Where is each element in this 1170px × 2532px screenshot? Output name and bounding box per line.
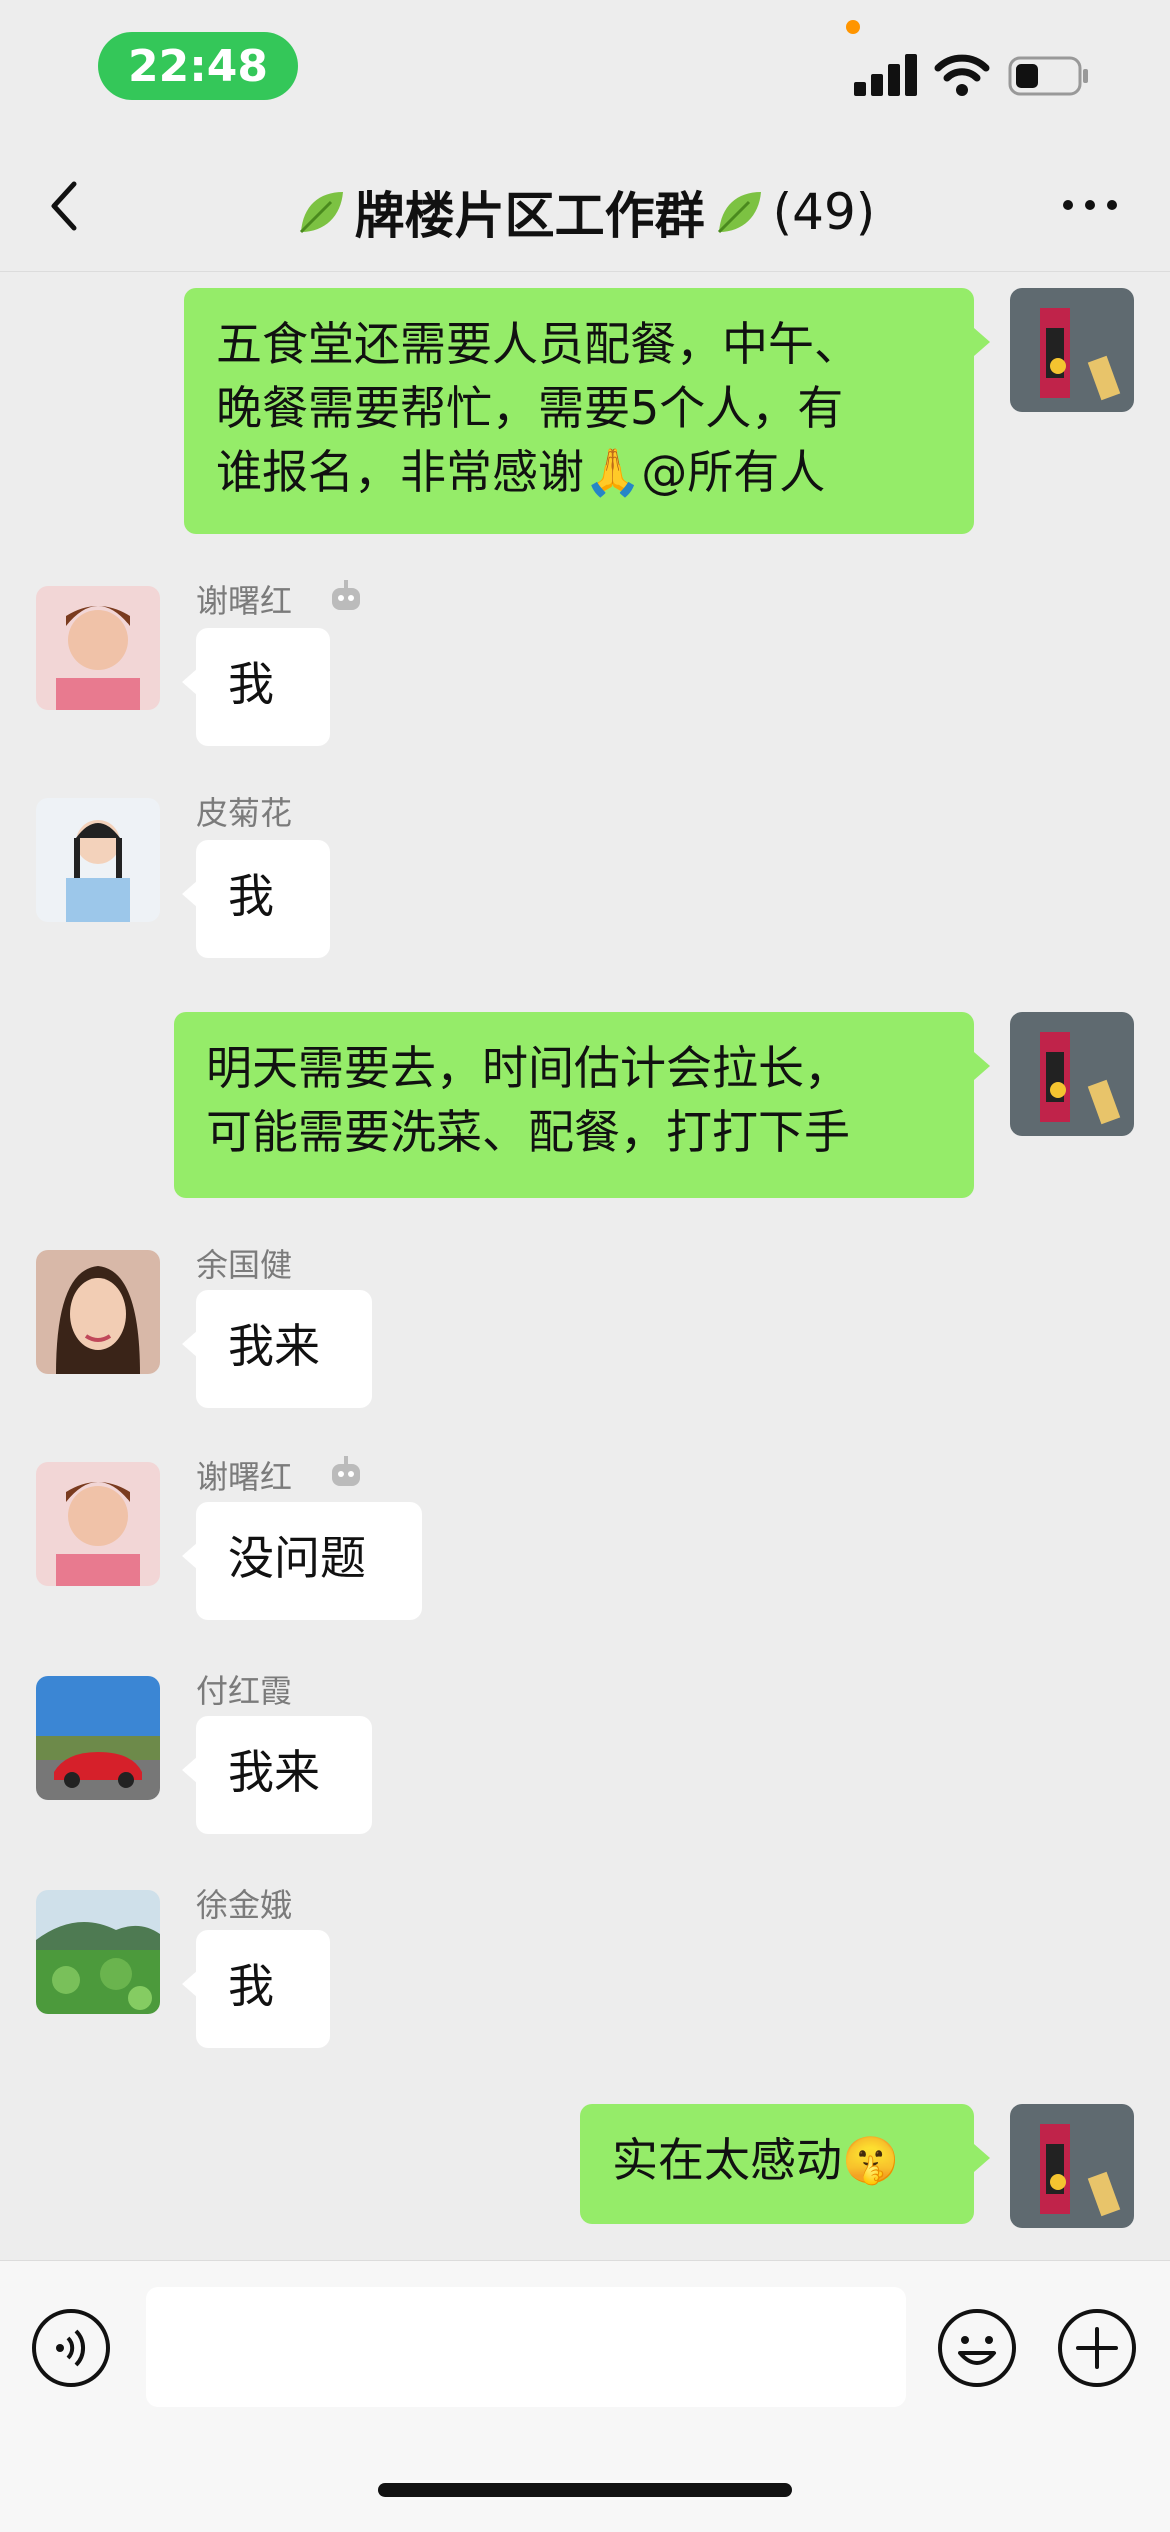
wifi-icon (934, 54, 990, 96)
message-bubble[interactable]: 我 (182, 628, 330, 746)
message-bubble[interactable]: 没问题 (182, 1502, 422, 1620)
sender-name: 皮菊花 (196, 794, 293, 832)
member-count: (49) (772, 183, 876, 241)
sender-name: 余国健 (196, 1246, 293, 1284)
sender-name: 谢曙红 (196, 1458, 293, 1496)
sender-name: 徐金娥 (196, 1886, 293, 1924)
group-name: 牌楼片区工作群 (354, 187, 705, 245)
message-bubble[interactable]: 我来 (182, 1716, 372, 1834)
avatar-self[interactable] (1010, 1012, 1134, 1136)
message-bubble-self[interactable]: 实在太感动🤫 (580, 2104, 990, 2224)
voice-icon[interactable] (30, 2307, 112, 2389)
robot-icon (332, 1456, 360, 1486)
avatar-sender[interactable] (36, 798, 160, 922)
emoji-icon[interactable] (936, 2307, 1018, 2389)
signal-icon (854, 54, 917, 96)
home-indicator[interactable] (378, 2483, 792, 2497)
avatar-sender[interactable] (36, 1676, 160, 1800)
avatar-sender[interactable] (36, 1462, 160, 1586)
plus-icon[interactable] (1056, 2307, 1138, 2389)
avatar-sender[interactable] (36, 586, 160, 710)
robot-icon (332, 580, 360, 610)
input-bar (0, 2260, 1170, 2532)
avatar-sender[interactable] (36, 1250, 160, 1374)
message-bubble-self[interactable]: 明天需要去，时间估计会拉长， 可能需要洗菜、配餐，打打下手 (174, 1012, 990, 1198)
avatar-sender[interactable] (36, 1890, 160, 2014)
more-dots-icon[interactable] (1060, 190, 1120, 220)
leaf-icon (717, 192, 761, 234)
message-bubble[interactable]: 我来 (182, 1290, 372, 1408)
status-time: 22:48 (98, 32, 298, 100)
battery-icon (1008, 56, 1088, 96)
message-bubble-self[interactable]: 五食堂还需要人员配餐，中午、 晚餐需要帮忙，需要5个人，有 谁报名，非常感谢🙏@… (184, 288, 990, 534)
chat-title: 牌楼片区工作群 (49) (0, 176, 1170, 248)
message-input[interactable] (146, 2287, 906, 2407)
status-bar: 22:48 (0, 0, 1170, 140)
sender-name: 谢曙红 (196, 582, 293, 620)
avatar-self[interactable] (1010, 288, 1134, 412)
message-bubble[interactable]: 我 (182, 840, 330, 958)
privacy-indicator (846, 20, 860, 34)
avatar-self[interactable] (1010, 2104, 1134, 2228)
leaf-icon (299, 192, 343, 234)
sender-name: 付红霞 (196, 1672, 293, 1710)
message-bubble[interactable]: 我 (182, 1930, 330, 2048)
chat-header: 牌楼片区工作群 (49) (0, 140, 1170, 272)
